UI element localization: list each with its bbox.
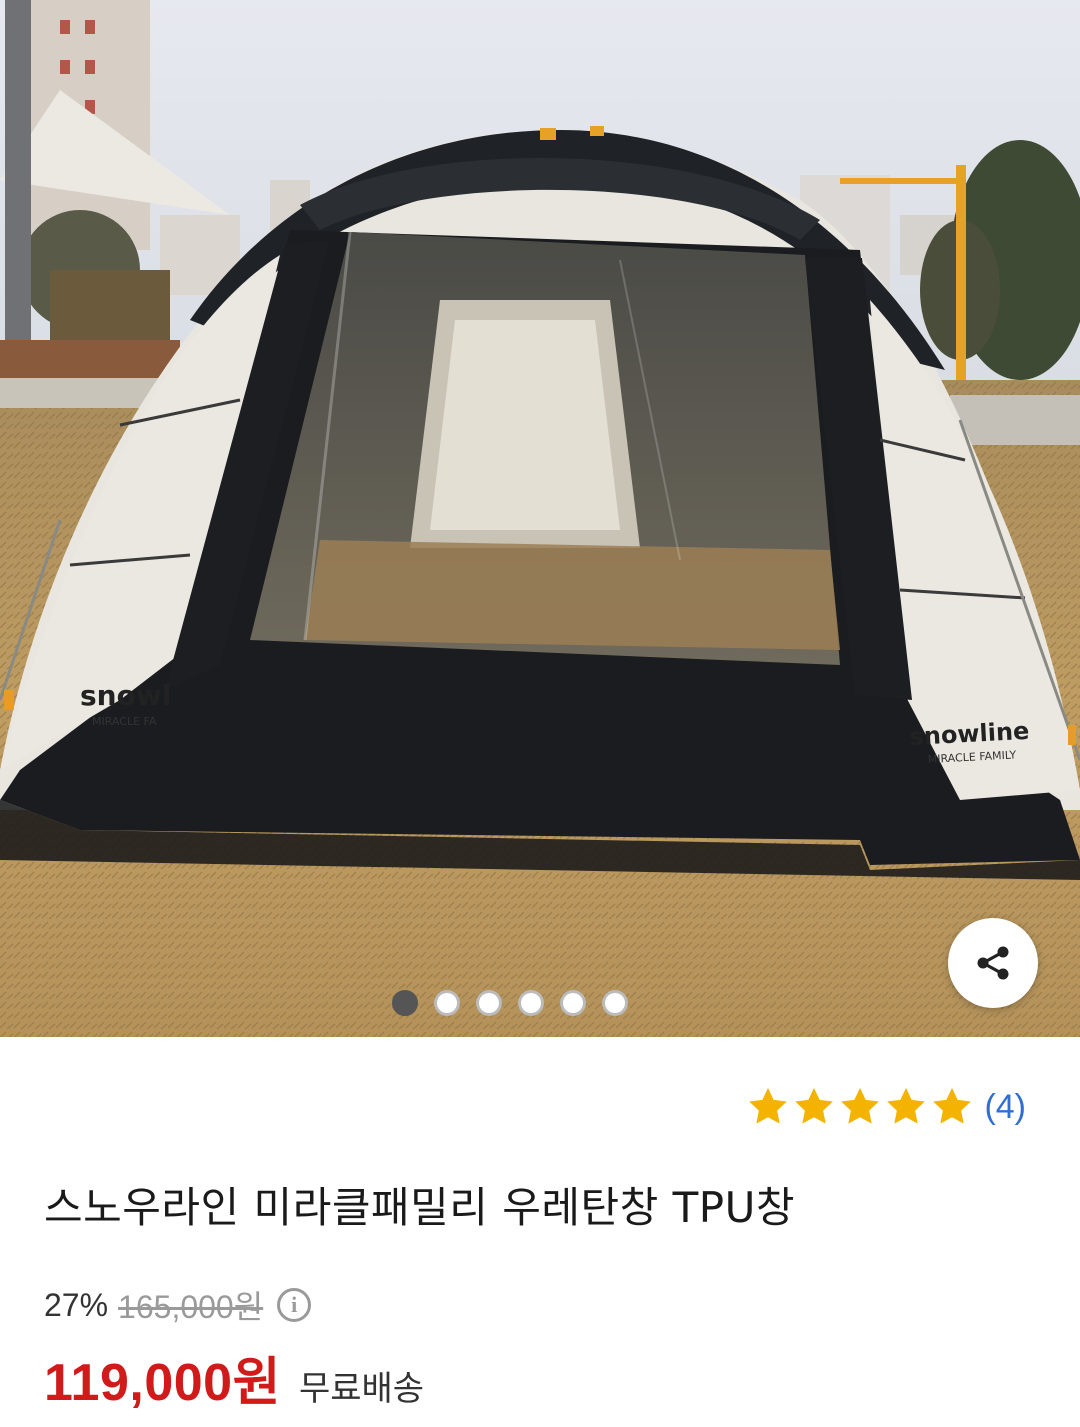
- discount-row: 27% 165,000원 i: [44, 1282, 312, 1328]
- shipping-label: 무료배송: [298, 1369, 425, 1409]
- star-icon: [746, 1086, 790, 1128]
- product-detail-page: snowl MIRACLE FA snowline MIRACLE FAMILY: [0, 0, 1080, 1427]
- star-icon: [838, 1086, 882, 1128]
- sale-price: 119,000원: [44, 1354, 281, 1412]
- share-icon: [977, 946, 1009, 980]
- review-count[interactable]: (4): [984, 1088, 1026, 1127]
- carousel-indicator: [0, 990, 1080, 1018]
- product-title: 스노우라인 미라클패밀리 우레탄창 TPU창: [44, 1183, 796, 1232]
- star-icon: [930, 1086, 974, 1128]
- carousel-dot-6[interactable]: [602, 990, 628, 1016]
- star-icon: [884, 1086, 928, 1128]
- carousel-dot-5[interactable]: [560, 990, 586, 1016]
- carousel-dot-4[interactable]: [518, 990, 544, 1016]
- original-price: 165,000원: [118, 1289, 264, 1325]
- carousel-dot-2[interactable]: [434, 990, 460, 1016]
- product-rating[interactable]: (4): [746, 1086, 1026, 1128]
- product-image[interactable]: snowl MIRACLE FA snowline MIRACLE FAMILY: [0, 0, 1080, 1037]
- carousel-dot-3[interactable]: [476, 990, 502, 1016]
- discount-percent: 27%: [44, 1286, 109, 1323]
- carousel-dot-1[interactable]: [392, 990, 418, 1016]
- info-icon[interactable]: i: [277, 1288, 312, 1322]
- star-icon: [792, 1086, 836, 1128]
- logo-left-sub: MIRACLE FA: [92, 715, 157, 728]
- star-rating: [746, 1086, 974, 1128]
- tent-photo: snowl MIRACLE FA snowline MIRACLE FAMILY: [0, 0, 1080, 1037]
- logo-left: snowl: [80, 679, 171, 712]
- price-row: 119,000원 무료배송: [44, 1340, 424, 1415]
